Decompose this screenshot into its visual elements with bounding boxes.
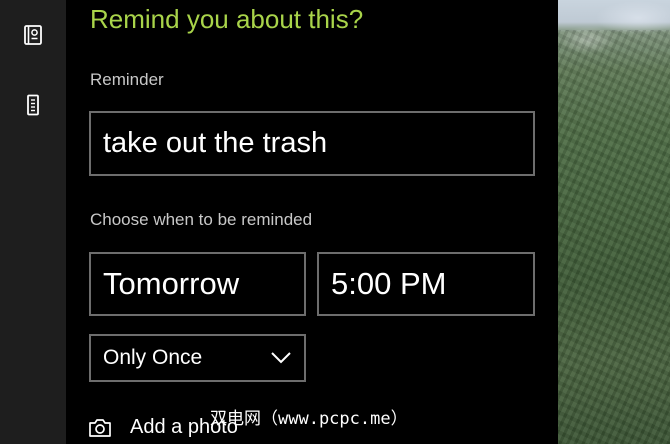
reminder-field[interactable] bbox=[89, 111, 535, 176]
left-rail bbox=[0, 0, 66, 444]
when-label: Choose when to be reminded bbox=[90, 210, 313, 229]
rail-item-reminders[interactable] bbox=[0, 82, 66, 128]
desktop-wallpaper bbox=[558, 0, 670, 444]
camera-icon bbox=[89, 418, 111, 437]
repeat-value: Only Once bbox=[103, 346, 203, 369]
page-title: Remind you about this? bbox=[90, 4, 364, 34]
reminder-input[interactable] bbox=[103, 127, 533, 160]
reminder-panel: Remind you about this? Reminder Choose w… bbox=[66, 0, 558, 444]
reminders-icon bbox=[27, 94, 39, 116]
time-picker[interactable]: 5:00 PM bbox=[317, 252, 535, 316]
date-picker[interactable]: Tomorrow bbox=[89, 252, 306, 316]
time-value: 5:00 PM bbox=[331, 266, 447, 301]
date-value: Tomorrow bbox=[103, 266, 240, 301]
notebook-icon bbox=[24, 25, 42, 45]
cortana-window: Remind you about this? Reminder Choose w… bbox=[0, 0, 670, 444]
rail-item-notebook[interactable] bbox=[0, 12, 66, 58]
watermark-text: 双电网（www.pcpc.me） bbox=[210, 409, 408, 429]
repeat-dropdown[interactable]: Only Once bbox=[89, 334, 306, 382]
chevron-down-icon bbox=[271, 352, 291, 364]
reminder-label: Reminder bbox=[90, 70, 164, 89]
